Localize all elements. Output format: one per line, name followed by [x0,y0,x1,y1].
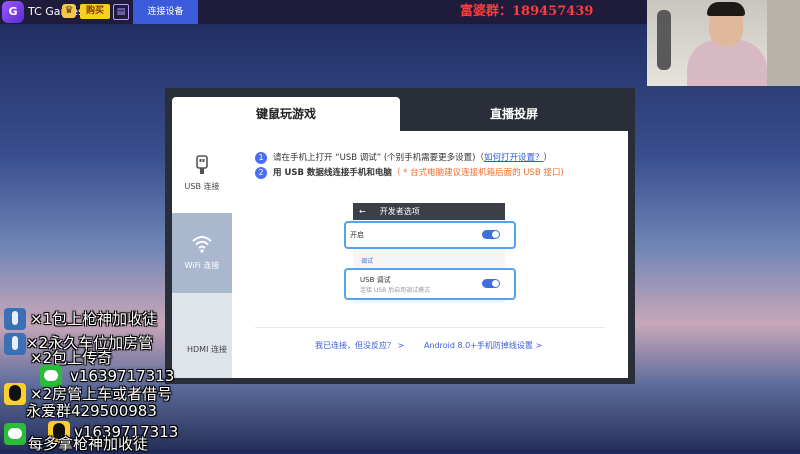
app-logo-icon: G [2,1,24,23]
step-note: （ * 台式电脑建议连接机箱后面的 USB 接口) [391,168,564,178]
group-number-overlay: 富婆群：189457439 [460,4,594,19]
sidebar-item-wifi[interactable]: WiFi 连接 [172,213,232,293]
tab-keyboard-mouse[interactable]: 键鼠玩游戏 [172,97,400,131]
usb-icon [196,155,208,174]
step-number: 1 [255,152,267,164]
rocket-icon [4,308,26,330]
step-text: ） [543,153,553,163]
phone-settings-header: ← 开发者选项 [353,203,505,220]
android-settings-link[interactable]: Android 8.0+手机防掉线设置 > [424,340,542,351]
sidebar-label: WiFi 连接 [184,261,220,270]
gift-line: 每多拿枪神加收徒 [28,435,149,453]
how-to-enable-link[interactable]: 如何打开设置？ [484,153,544,163]
usb-debug-label: USB 调试 [360,276,391,284]
usb-debug-sub: 连接 USB 后启用调试模式 [360,287,431,294]
step-text: 请在手机上打开 “USB 调试” (个别手机需要更多设置)（ [273,153,484,163]
sidebar-item-usb[interactable]: USB 连接 [172,131,232,213]
usb-debug-row: USB 调试 连接 USB 后启用调试模式 [344,268,516,300]
back-arrow-icon: ← [359,207,366,216]
microphone-icon [657,10,671,70]
usb-debug-toggle[interactable] [482,279,500,288]
gift-line: ×1包上枪神加收徒 [30,310,158,328]
step-2: 2 用 USB 数据线连接手机和电脑（ * 台式电脑建议连接机箱后面的 USB 接… [255,166,564,179]
tab-live-cast[interactable]: 直播投屏 [400,97,628,131]
wifi-icon [192,236,212,253]
notice-icon[interactable]: ▤ [113,4,129,20]
enable-label: 开启 [350,231,364,239]
step-text: 用 USB 数据线连接手机和电脑 [273,168,392,178]
rocket-icon [4,333,26,355]
webcam-feed [647,0,800,86]
group-line: 永爱群429500983 [26,402,157,420]
enable-toggle[interactable] [482,230,500,239]
wechat-icon [4,423,26,445]
sidebar-label: HDMI 连接 [187,345,227,354]
sidebar-item-hdmi[interactable]: HDMI 连接 [172,293,232,378]
connected-no-response-link[interactable]: 我已连接，但没反应？ > [315,340,404,351]
debug-section-label: 调试 [361,258,374,265]
crown-icon[interactable]: ♛ [62,4,76,18]
sidebar-label: USB 连接 [184,182,220,191]
phone-header-title: 开发者选项 [379,207,420,216]
connect-device-tab[interactable]: 连接设备 [133,0,198,24]
step-1: 1 请在手机上打开 “USB 调试” (个别手机需要更多设置)（如何打开设置？） [255,151,552,164]
enable-row: 开启 [344,221,516,249]
divider [255,327,605,328]
qq-icon [4,383,26,405]
step-number: 2 [255,167,267,179]
buy-button[interactable]: 购买 [80,4,110,19]
